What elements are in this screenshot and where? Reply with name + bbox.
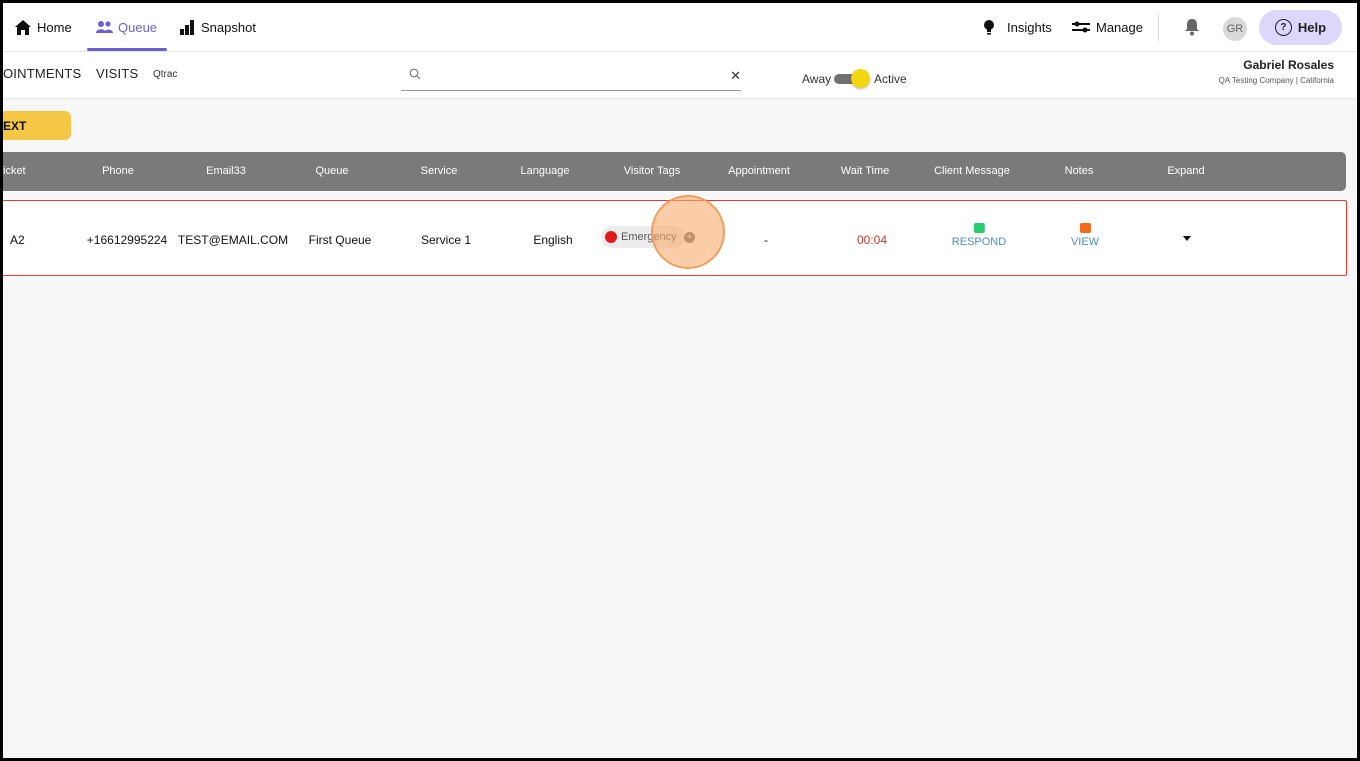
edit-note-icon (1079, 223, 1091, 233)
help-label: Help (1297, 20, 1327, 35)
nav-home-label: Home (37, 19, 72, 35)
caret-down-icon[interactable] (1183, 236, 1191, 241)
chat-icon (973, 223, 985, 233)
tag-color-dot (605, 231, 617, 243)
col-service[interactable]: Service (421, 165, 458, 177)
app-window: Home Queue Snapshot Insights Manage GR ?… (3, 3, 1357, 758)
respond-label: RESPOND (951, 236, 1007, 248)
avatar[interactable]: GR (1223, 17, 1247, 41)
col-language[interactable]: Language (521, 165, 570, 177)
nav-divider (1158, 14, 1159, 41)
close-icon[interactable]: ✕ (730, 68, 741, 84)
user-name: Gabriel Rosales (1243, 58, 1334, 72)
cell-phone: +16612995224 (86, 233, 168, 247)
nav-snapshot[interactable]: Snapshot (178, 3, 256, 51)
help-button[interactable]: ? Help (1259, 10, 1342, 45)
user-org: QA Testing Company | California (1218, 76, 1334, 85)
people-icon (95, 19, 113, 35)
status-active-label: Active (874, 72, 907, 86)
col-appointment[interactable]: Appointment (728, 165, 790, 177)
cell-email: TEST@EMAIL.COM (177, 233, 289, 247)
status-away-label: Away (802, 72, 832, 86)
cell-wait-time: 00:04 (856, 233, 888, 247)
home-icon (14, 19, 32, 35)
active-tab-indicator (87, 48, 168, 51)
col-queue[interactable]: Queue (315, 165, 348, 177)
nav-insights[interactable]: Insights (980, 3, 1052, 51)
tab-appointments[interactable]: OINTMENTS (3, 66, 81, 81)
search-icon (409, 67, 421, 80)
nav-home[interactable]: Home (14, 3, 72, 51)
sliders-icon (1071, 19, 1091, 35)
bell-icon[interactable] (1184, 18, 1200, 36)
visitor-tag-chip[interactable]: Emergency (601, 226, 685, 248)
top-nav: Home Queue Snapshot Insights Manage GR ?… (3, 3, 1357, 52)
col-notes[interactable]: Notes (1065, 165, 1094, 177)
cell-service: Service 1 (420, 233, 472, 247)
lightbulb-icon (980, 19, 998, 35)
next-button[interactable]: EXT (3, 111, 71, 140)
col-phone[interactable]: Phone (102, 165, 134, 177)
cell-ticket: A2 (10, 233, 25, 247)
toggle-knob (851, 69, 870, 88)
col-visitor-tags[interactable]: Visitor Tags (624, 165, 680, 177)
bar-chart-icon (178, 19, 196, 35)
status-toggle[interactable] (834, 69, 870, 89)
cell-queue: First Queue (308, 233, 372, 247)
nav-snapshot-label: Snapshot (201, 19, 256, 35)
tab-visits[interactable]: VISITS (96, 66, 138, 81)
nav-queue[interactable]: Queue (87, 3, 168, 51)
question-icon: ? (1274, 19, 1292, 36)
search-input[interactable] (431, 65, 715, 87)
col-wait-time[interactable]: Wait Time (841, 165, 890, 177)
cell-appointment: - (764, 233, 768, 247)
sub-nav: OINTMENTS VISITS Qtrac ✕ Away Active Gab… (3, 52, 1357, 99)
nav-queue-label: Queue (118, 19, 158, 35)
table-header: icket Phone Email33 Queue Service Langua… (3, 152, 1346, 191)
col-expand[interactable]: Expand (1167, 165, 1204, 177)
system-label: Qtrac (153, 69, 178, 80)
search-bar: ✕ (401, 61, 741, 91)
plus-circle-icon[interactable]: + (684, 232, 695, 243)
col-ticket[interactable]: icket (3, 165, 26, 177)
table-row[interactable]: A2 +16612995224 TEST@EMAIL.COM First Que… (3, 200, 1347, 276)
nav-manage-label: Manage (1096, 19, 1143, 35)
respond-button[interactable]: RESPOND (952, 223, 1006, 248)
view-notes-button[interactable]: VIEW (1071, 223, 1099, 248)
nav-insights-label: Insights (1007, 19, 1052, 35)
col-client-message[interactable]: Client Message (934, 165, 1010, 177)
col-email[interactable]: Email33 (206, 165, 246, 177)
cell-language: English (533, 233, 573, 247)
visitor-tag-label: Emergency (621, 231, 677, 243)
nav-manage[interactable]: Manage (1071, 3, 1143, 51)
view-label: VIEW (1070, 236, 1100, 248)
